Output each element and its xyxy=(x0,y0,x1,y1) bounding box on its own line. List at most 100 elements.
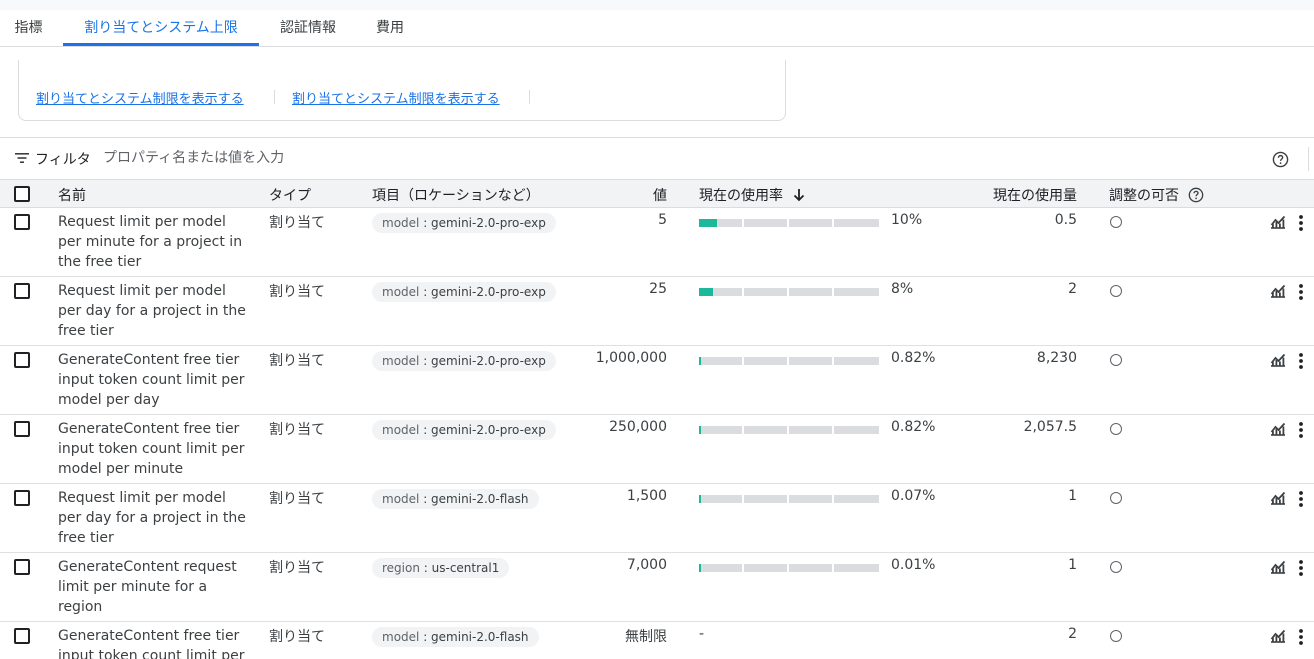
column-header-name[interactable]: 名前 xyxy=(58,185,86,205)
row-checkbox[interactable] xyxy=(14,421,30,437)
adjustable-radio-icon xyxy=(1110,561,1122,573)
filter-icon[interactable] xyxy=(14,151,30,165)
progress-segment-divider xyxy=(742,357,744,365)
progress-segment-divider xyxy=(787,564,789,572)
usage-progress-fill xyxy=(699,219,717,227)
more-vert-icon[interactable] xyxy=(1298,214,1304,232)
table-row[interactable]: GenerateContent request limit per minute… xyxy=(0,553,1314,622)
chart-icon[interactable] xyxy=(1270,491,1286,505)
dimension-chip: model : gemini-2.0-pro-exp xyxy=(372,282,556,302)
view-quotas-link-2[interactable]: 割り当てとシステム制限を表示する xyxy=(292,88,500,107)
progress-segment-divider xyxy=(787,357,789,365)
adjustable-radio-icon xyxy=(1110,423,1122,435)
usage-progress-bar xyxy=(699,219,879,227)
help-icon[interactable] xyxy=(1272,151,1289,168)
progress-segment-divider xyxy=(742,288,744,296)
row-checkbox[interactable] xyxy=(14,559,30,575)
tab-quotas[interactable]: 割り当てとシステム上限 xyxy=(63,10,259,46)
row-checkbox[interactable] xyxy=(14,214,30,230)
table-row[interactable]: GenerateContent free tier input token co… xyxy=(0,415,1314,484)
column-header-usage-rate[interactable]: 現在の使用率 xyxy=(699,185,805,205)
usage-percent: 0.01% xyxy=(891,557,936,573)
row-checkbox[interactable] xyxy=(14,490,30,506)
current-usage: 2 xyxy=(1068,626,1077,642)
usage-percent: - xyxy=(699,626,705,642)
more-vert-icon[interactable] xyxy=(1298,559,1304,577)
more-vert-icon[interactable] xyxy=(1298,628,1304,646)
quota-type: 割り当て xyxy=(269,353,325,369)
quota-name: GenerateContent free tier input token co… xyxy=(58,352,245,408)
column-header-usage[interactable]: 現在の使用量 xyxy=(993,185,1077,205)
filter-input[interactable] xyxy=(103,147,703,169)
chart-icon[interactable] xyxy=(1270,215,1286,229)
quota-value: 7,000 xyxy=(626,557,667,573)
current-usage: 2 xyxy=(1068,281,1077,297)
quota-type: 割り当て xyxy=(269,422,325,438)
progress-segment-divider xyxy=(832,288,834,296)
dimension-key: region xyxy=(382,561,420,575)
view-quotas-link-1[interactable]: 割り当てとシステム制限を表示する xyxy=(36,88,244,107)
chart-icon[interactable] xyxy=(1270,629,1286,643)
quota-name: Request limit per model per minute for a… xyxy=(58,214,243,270)
progress-segment-divider xyxy=(787,495,789,503)
chart-icon[interactable] xyxy=(1270,284,1286,298)
quota-type: 割り当て xyxy=(269,215,325,231)
row-checkbox[interactable] xyxy=(14,283,30,299)
dimension-value: gemini-2.0-flash xyxy=(431,630,529,644)
dimension-key: model xyxy=(382,423,420,437)
more-vert-icon[interactable] xyxy=(1298,490,1304,508)
quota-value: 250,000 xyxy=(609,419,667,435)
dimension-chip: region : us-central1 xyxy=(372,558,510,578)
table-row[interactable]: Request limit per model per day for a pr… xyxy=(0,277,1314,346)
more-vert-icon[interactable] xyxy=(1298,421,1304,439)
dimension-value: gemini-2.0-pro-exp xyxy=(431,354,546,368)
top-strip xyxy=(0,0,1314,10)
tab-costs[interactable]: 費用 xyxy=(363,10,417,46)
quota-name: Request limit per model per day for a pr… xyxy=(58,283,246,339)
dimension-chip: model : gemini-2.0-flash xyxy=(372,489,539,509)
table-row[interactable]: GenerateContent free tier input token co… xyxy=(0,622,1314,659)
quota-name: GenerateContent request limit per minute… xyxy=(58,559,237,615)
progress-segment-divider xyxy=(787,426,789,434)
column-header-usage-rate-label: 現在の使用率 xyxy=(699,188,783,204)
usage-percent: 0.07% xyxy=(891,488,936,504)
usage-progress-fill xyxy=(699,564,701,572)
row-checkbox[interactable] xyxy=(14,352,30,368)
active-tab-indicator xyxy=(63,43,259,46)
adjustable-radio-icon xyxy=(1110,354,1122,366)
column-header-value[interactable]: 値 xyxy=(653,185,667,205)
progress-segment-divider xyxy=(832,495,834,503)
table-row[interactable]: GenerateContent free tier input token co… xyxy=(0,346,1314,415)
chart-icon[interactable] xyxy=(1270,560,1286,574)
column-header-adjustable[interactable]: 調整の可否 xyxy=(1109,185,1204,205)
adjustable-radio-icon xyxy=(1110,492,1122,504)
dimension-key: model xyxy=(382,216,420,230)
quota-type: 割り当て xyxy=(269,629,325,645)
usage-percent: 8% xyxy=(891,281,914,297)
dimension-key: model xyxy=(382,492,420,506)
more-vert-icon[interactable] xyxy=(1298,352,1304,370)
adjustable-radio-icon xyxy=(1110,285,1122,297)
dimension-chip: model : gemini-2.0-pro-exp xyxy=(372,213,556,233)
usage-progress-bar xyxy=(699,564,879,572)
table-header: 名前 タイプ 項目（ロケーションなど） 値 現在の使用率 現在の使用量 調整の可… xyxy=(0,179,1314,208)
quota-value: 5 xyxy=(658,212,667,228)
row-checkbox[interactable] xyxy=(14,628,30,644)
column-header-dimension[interactable]: 項目（ロケーションなど） xyxy=(372,185,540,205)
column-header-type[interactable]: タイプ xyxy=(269,185,311,205)
tab-credentials[interactable]: 認証情報 xyxy=(269,10,347,46)
usage-percent: 0.82% xyxy=(891,419,936,435)
usage-progress-bar xyxy=(699,426,879,434)
usage-progress-fill xyxy=(699,357,701,365)
tab-metrics[interactable]: 指標 xyxy=(0,10,57,46)
help-icon[interactable] xyxy=(1188,187,1204,203)
table-row[interactable]: Request limit per model per day for a pr… xyxy=(0,484,1314,553)
select-all-checkbox[interactable] xyxy=(14,186,30,202)
more-vert-icon[interactable] xyxy=(1298,283,1304,301)
chart-icon[interactable] xyxy=(1270,422,1286,436)
chart-icon[interactable] xyxy=(1270,353,1286,367)
dimension-chip: model : gemini-2.0-flash xyxy=(372,627,539,647)
table-row[interactable]: Request limit per model per minute for a… xyxy=(0,208,1314,277)
quota-value: 1,500 xyxy=(626,488,667,504)
filter-label: フィルタ xyxy=(35,152,91,168)
